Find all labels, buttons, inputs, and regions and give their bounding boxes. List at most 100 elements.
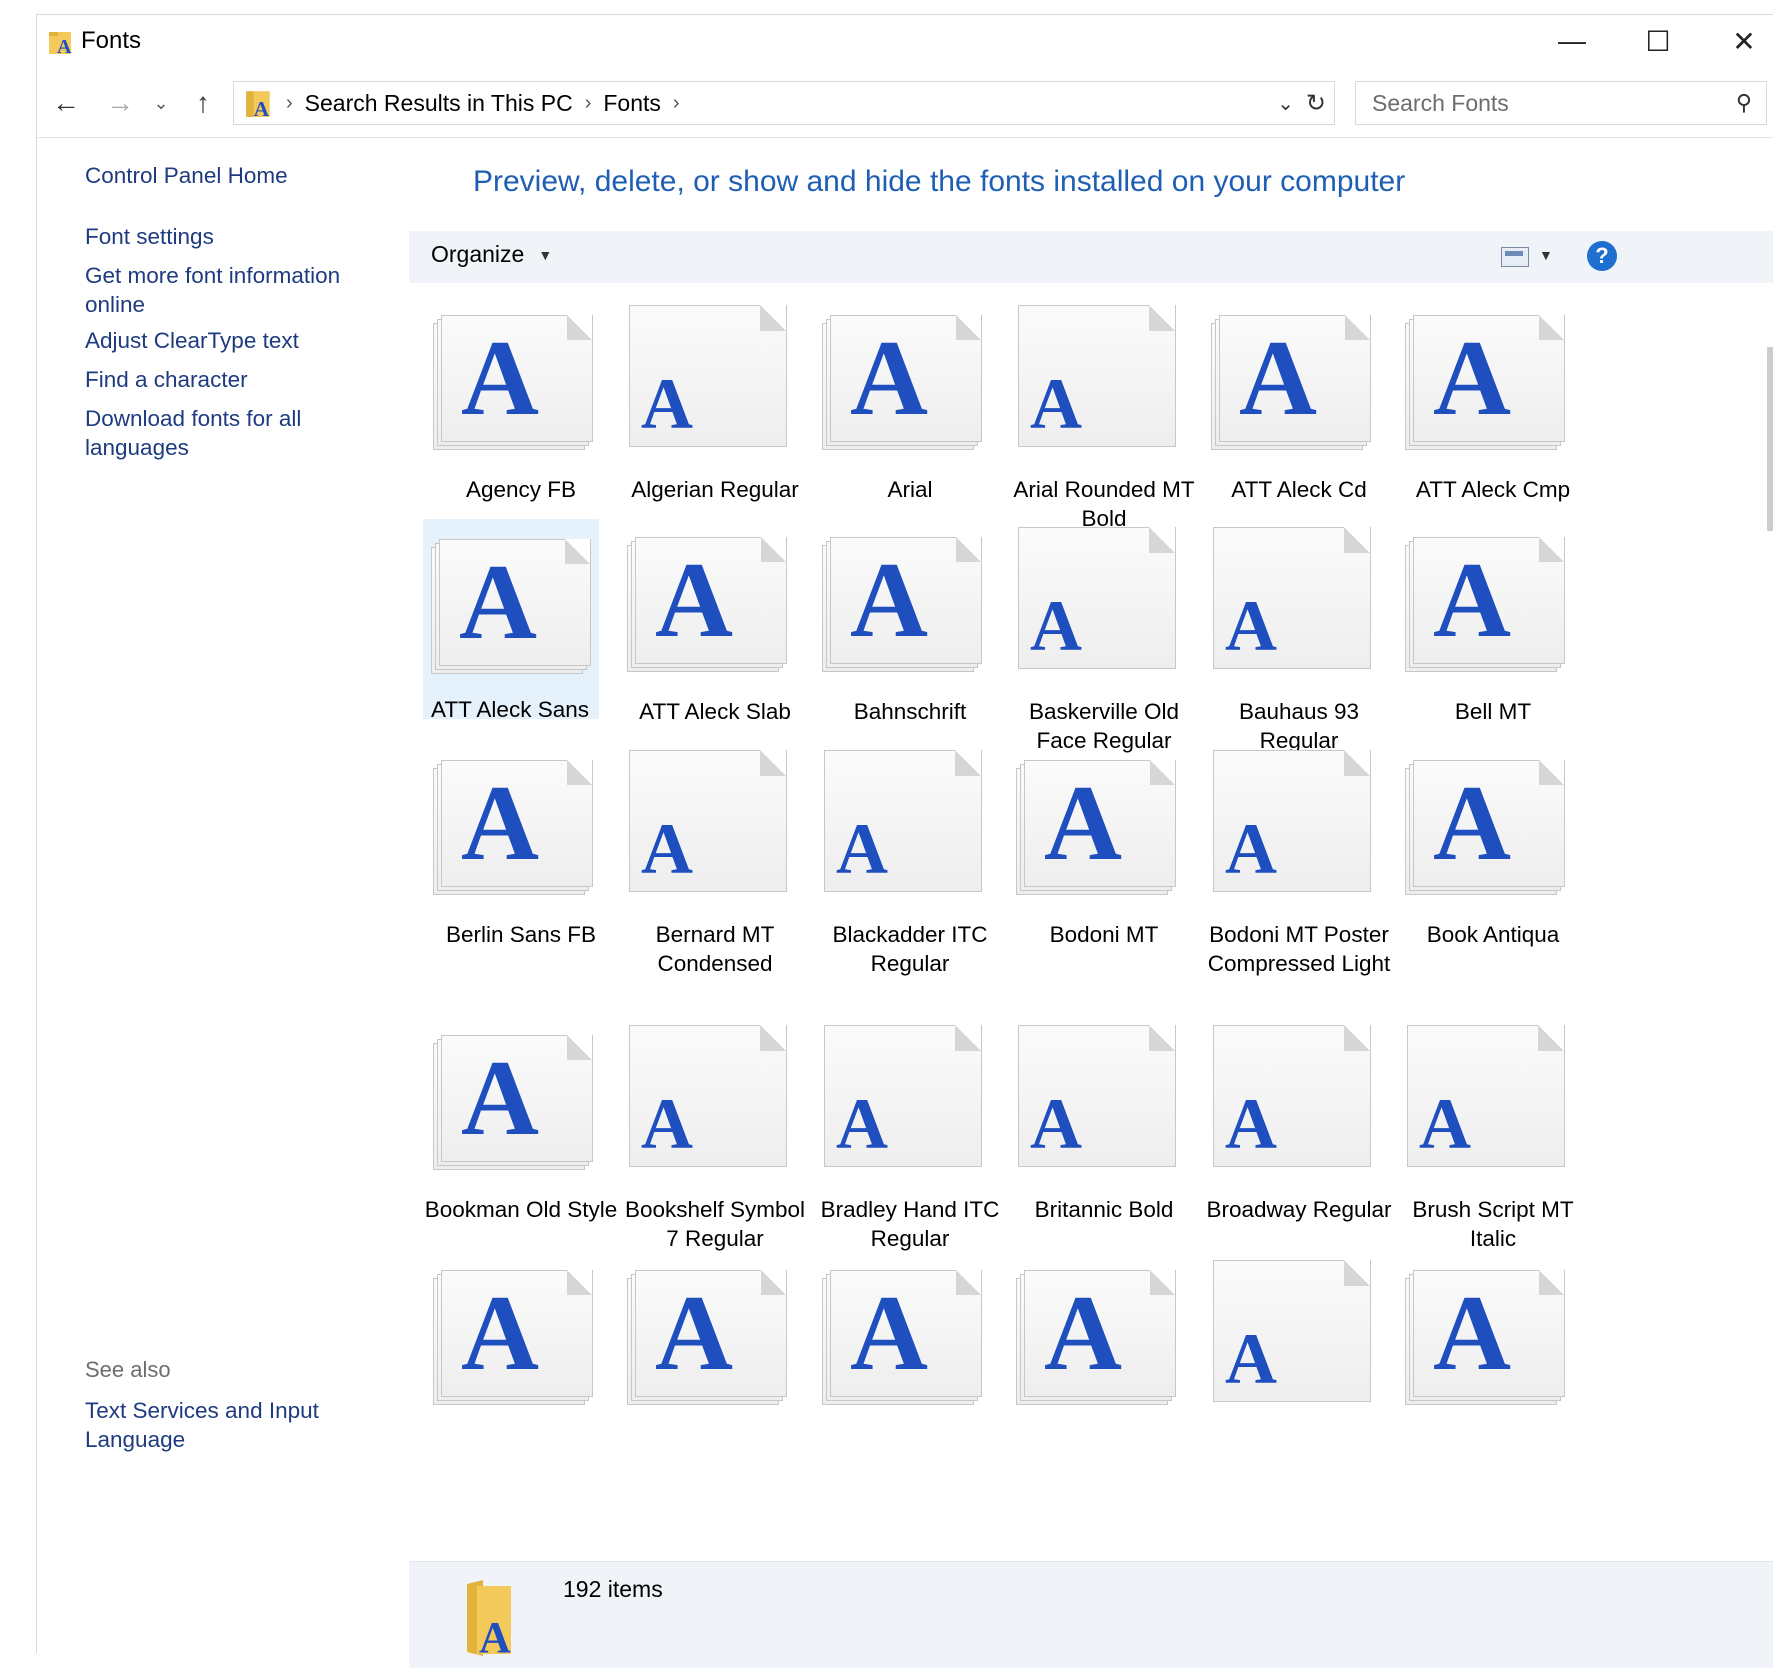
window-title: Fonts — [81, 27, 142, 54]
view-options-caret-icon[interactable]: ▼ — [1539, 247, 1553, 263]
font-item[interactable]: A Bernard MT Condensed — [617, 740, 813, 976]
minimize-button[interactable]: — — [1529, 15, 1615, 67]
font-item[interactable]: A Bradley Hand ITC Regular — [812, 1015, 1008, 1251]
refresh-icon[interactable]: ↻ — [1306, 82, 1326, 124]
font-item[interactable]: A — [617, 1250, 813, 1450]
font-family-icon: A — [627, 1260, 787, 1405]
font-item[interactable]: A Blackadder ITC Regular — [812, 740, 1008, 976]
recent-locations-chevron-icon[interactable]: ⌄ — [149, 77, 173, 129]
font-item[interactable]: A ATT Aleck Sans — [423, 519, 599, 722]
font-item[interactable]: A — [1006, 1250, 1202, 1450]
font-item-label: Bernard MT Condensed — [655, 922, 775, 976]
control-panel-home-link[interactable]: Control Panel Home — [85, 161, 385, 190]
organize-button[interactable]: Organize ▼ — [431, 241, 552, 268]
font-family-icon: A — [431, 529, 591, 674]
adjust-cleartype-link[interactable]: Adjust ClearType text — [85, 326, 385, 355]
text-services-link[interactable]: Text Services and Input Language — [85, 1396, 325, 1454]
font-item[interactable]: A Britannic Bold — [1006, 1015, 1202, 1222]
font-item-label: ATT Aleck Sans — [431, 697, 589, 722]
help-icon[interactable]: ? — [1587, 241, 1617, 271]
breadcrumb-separator-icon[interactable]: › — [286, 92, 293, 115]
font-item[interactable]: A — [812, 1250, 1008, 1450]
font-file-icon: A — [627, 305, 787, 450]
font-file-icon: A — [822, 1025, 982, 1170]
font-file-icon: A — [1016, 305, 1176, 450]
font-family-icon: A — [433, 750, 593, 895]
font-item-label: Arial — [887, 477, 933, 502]
font-item[interactable]: A Arial — [812, 295, 1008, 502]
font-item-label: Blackadder ITC Regular — [832, 922, 988, 976]
scrollbar-thumb[interactable] — [1767, 347, 1773, 531]
up-arrow-icon[interactable]: ↑ — [185, 77, 221, 129]
font-item[interactable]: A Bodoni MT — [1006, 740, 1202, 947]
command-bar: Organize ▼ ▼ ? — [409, 231, 1773, 283]
address-dropdown-chevron-icon[interactable]: ⌄ — [1277, 82, 1294, 124]
fonts-window: A Fonts — ☐ ✕ ← → ⌄ ↑ A › Search Results… — [36, 14, 1773, 1668]
font-file-icon: A — [1211, 527, 1371, 672]
breadcrumb-search-results[interactable]: Search Results in This PC — [305, 90, 573, 117]
close-button[interactable]: ✕ — [1701, 15, 1773, 67]
font-item[interactable]: A Bodoni MT Poster Compressed Light — [1201, 740, 1397, 976]
font-item[interactable]: A — [423, 1250, 619, 1450]
font-file-icon: A — [627, 1025, 787, 1170]
font-file-icon: A — [1211, 750, 1371, 895]
breadcrumb-fonts[interactable]: Fonts — [603, 90, 661, 117]
font-family-icon: A — [433, 1260, 593, 1405]
font-item[interactable]: A Broadway Regular — [1201, 1015, 1397, 1222]
font-item[interactable]: A — [1201, 1250, 1397, 1450]
search-input[interactable] — [1370, 88, 1704, 118]
maximize-button[interactable]: ☐ — [1615, 15, 1701, 67]
font-item-label: Berlin Sans FB — [445, 922, 597, 947]
svg-text:A: A — [479, 1613, 511, 1658]
font-file-icon: A — [1211, 1025, 1371, 1170]
font-item-label: Bodoni MT Poster Compressed Light — [1207, 922, 1391, 976]
font-item-label: ATT Aleck Cmp — [1415, 477, 1571, 502]
font-item-label: Bodoni MT — [1049, 922, 1159, 947]
font-item[interactable]: A Berlin Sans FB — [423, 740, 619, 947]
font-settings-link[interactable]: Font settings — [85, 222, 385, 251]
breadcrumb-separator-icon[interactable]: › — [585, 92, 592, 115]
font-family-icon: A — [1016, 750, 1176, 895]
font-item[interactable]: A Book Antiqua — [1395, 740, 1591, 947]
font-item[interactable]: A — [1395, 1250, 1591, 1450]
download-fonts-link[interactable]: Download fonts for all languages — [85, 404, 325, 462]
font-item[interactable]: A Brush Script MT Italic — [1395, 1015, 1591, 1251]
font-family-icon: A — [1211, 305, 1371, 450]
font-family-icon: A — [1016, 1260, 1176, 1405]
font-file-icon: A — [822, 750, 982, 895]
see-also-label: See also — [85, 1357, 171, 1382]
font-item[interactable]: A Baskerville Old Face Regular — [1006, 517, 1202, 753]
font-item-label: Bookshelf Symbol 7 Regular — [624, 1197, 806, 1251]
font-item-label: Broadway Regular — [1206, 1197, 1392, 1222]
font-item[interactable]: A Bell MT — [1395, 517, 1591, 724]
font-item[interactable]: A Agency FB — [423, 295, 619, 502]
font-grid: A Agency FB A Algerian Regular A Arial A Arial … — [423, 295, 1758, 1561]
font-item[interactable]: A Arial Rounded MT Bold — [1006, 295, 1202, 531]
navigation-bar: ← → ⌄ ↑ A › Search Results in This PC › … — [37, 77, 1773, 129]
search-icon[interactable]: ⚲ — [1736, 90, 1752, 116]
change-view-icon[interactable] — [1501, 247, 1529, 267]
font-item[interactable]: A ATT Aleck Cmp — [1395, 295, 1591, 502]
font-item[interactable]: A Algerian Regular — [617, 295, 813, 502]
address-bar[interactable]: A › Search Results in This PC › Fonts › … — [233, 81, 1335, 125]
font-info-online-link[interactable]: Get more font information online — [85, 261, 345, 319]
svg-text:A: A — [57, 36, 72, 56]
font-item-label: Algerian Regular — [631, 477, 799, 502]
fonts-folder-icon: A — [246, 91, 270, 118]
find-character-link[interactable]: Find a character — [85, 365, 385, 394]
font-item[interactable]: A ATT Aleck Slab — [617, 517, 813, 724]
font-item[interactable]: A Bauhaus 93 Regular — [1201, 517, 1397, 753]
font-item[interactable]: A ATT Aleck Cd — [1201, 295, 1397, 502]
back-arrow-icon[interactable]: ← — [43, 77, 89, 129]
page-title: Preview, delete, or show and hide the fo… — [473, 165, 1406, 198]
font-item[interactable]: A Bahnschrift — [812, 517, 1008, 724]
font-family-icon: A — [822, 305, 982, 450]
forward-arrow-icon[interactable]: → — [97, 77, 143, 129]
font-family-icon: A — [1405, 1260, 1565, 1405]
font-item-label: Bradley Hand ITC Regular — [820, 1197, 1000, 1251]
font-item-label: Book Antiqua — [1426, 922, 1560, 947]
search-box[interactable]: ⚲ — [1355, 81, 1767, 125]
breadcrumb-separator-icon[interactable]: › — [673, 92, 680, 115]
font-item[interactable]: A Bookshelf Symbol 7 Regular — [617, 1015, 813, 1251]
font-item[interactable]: A Bookman Old Style — [423, 1015, 619, 1222]
